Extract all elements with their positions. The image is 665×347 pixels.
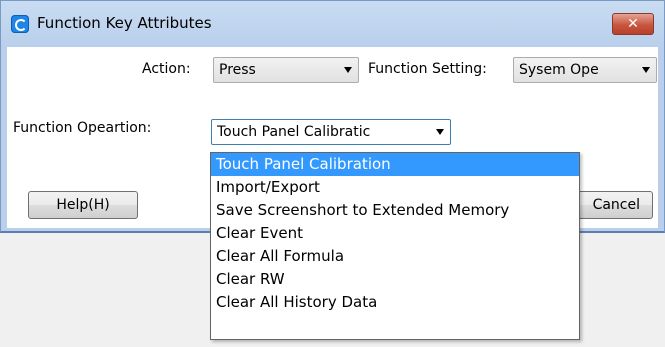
dropdown-item-touch-panel-calibration[interactable]: Touch Panel Calibration bbox=[211, 153, 579, 176]
title-bar[interactable]: Function Key Attributes ✕ bbox=[1, 1, 664, 47]
function-setting-select-value: Sysem Ope bbox=[519, 62, 599, 78]
close-button[interactable]: ✕ bbox=[612, 13, 654, 35]
dropdown-item-clear-event[interactable]: Clear Event bbox=[211, 222, 579, 245]
chevron-down-icon bbox=[344, 67, 352, 73]
dropdown-item-clear-all-history-data[interactable]: Clear All History Data bbox=[211, 291, 579, 314]
app-logo-icon bbox=[11, 15, 29, 33]
help-button[interactable]: Help(H) bbox=[28, 191, 138, 219]
function-setting-label: Function Setting: bbox=[368, 61, 487, 77]
window-title: Function Key Attributes bbox=[37, 14, 212, 32]
function-operation-dropdown-list: Touch Panel Calibration Import/Export Sa… bbox=[210, 152, 580, 340]
dropdown-item-clear-rw[interactable]: Clear RW bbox=[211, 268, 579, 291]
action-select[interactable]: Press bbox=[213, 57, 359, 83]
dropdown-item-import-export[interactable]: Import/Export bbox=[211, 176, 579, 199]
function-operation-select-value: Touch Panel Calibratic bbox=[217, 124, 371, 140]
chevron-down-icon bbox=[642, 67, 650, 73]
function-operation-select[interactable]: Touch Panel Calibratic bbox=[211, 119, 451, 145]
dropdown-item-clear-all-formula[interactable]: Clear All Formula bbox=[211, 245, 579, 268]
action-label: Action: bbox=[142, 61, 191, 77]
function-operation-label: Function Opeartion: bbox=[13, 120, 152, 136]
action-select-value: Press bbox=[219, 62, 256, 78]
chevron-down-icon bbox=[436, 129, 444, 135]
function-setting-select[interactable]: Sysem Ope bbox=[513, 57, 657, 83]
dropdown-item-save-screenshot[interactable]: Save Screenshort to Extended Memory bbox=[211, 199, 579, 222]
